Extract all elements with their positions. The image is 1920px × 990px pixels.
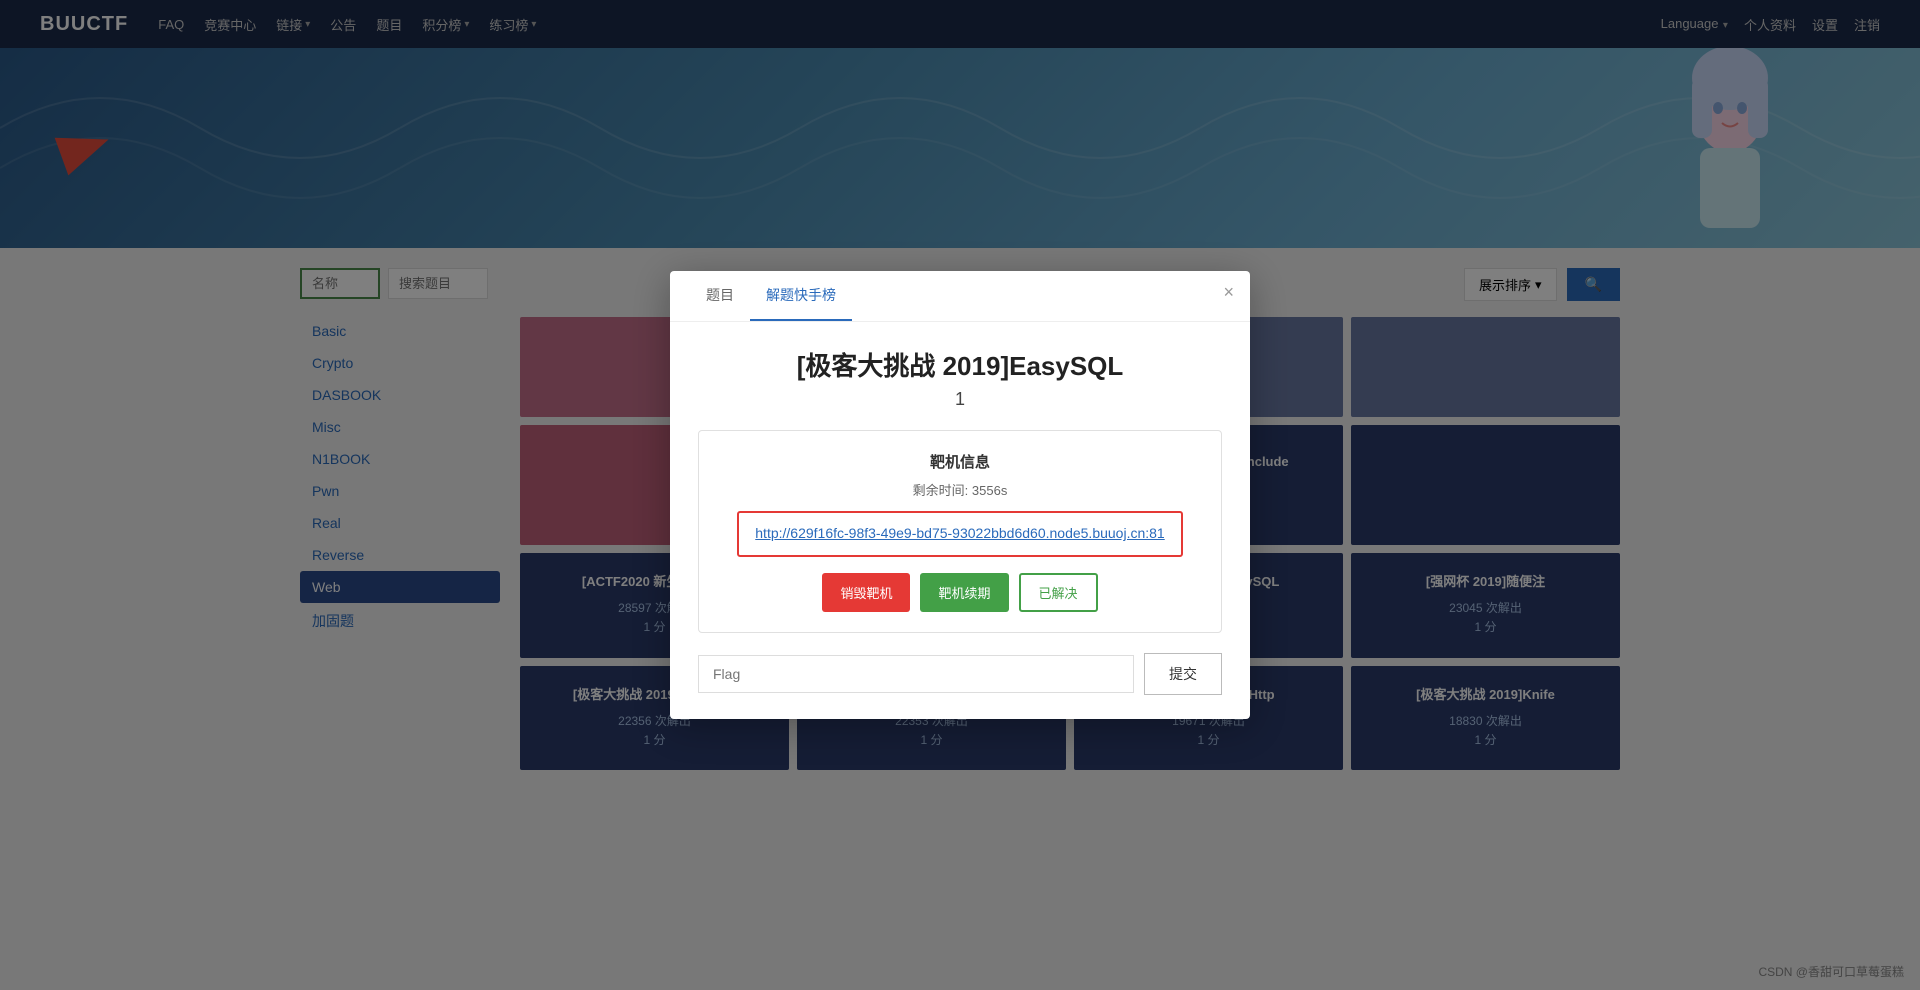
machine-info-box: 靶机信息 剩余时间: 3556s http://629f16fc-98f3-49… (698, 430, 1222, 633)
tab-leaderboard[interactable]: 解题快手榜 (750, 271, 852, 321)
machine-actions: 销毁靶机 靶机续期 已解决 (719, 573, 1201, 612)
flag-submit-area: 提交 (698, 653, 1222, 695)
machine-info-title: 靶机信息 (719, 451, 1201, 472)
destroy-machine-button[interactable]: 销毁靶机 (822, 573, 910, 612)
tab-problem[interactable]: 题目 (690, 271, 750, 321)
modal-tabs: 题目 解题快手榜 × (670, 271, 1250, 322)
modal-dialog: 题目 解题快手榜 × [极客大挑战 2019]EasySQL 1 靶机信息 剩余… (670, 271, 1250, 719)
modal-challenge-score: 1 (698, 389, 1222, 410)
submit-button[interactable]: 提交 (1144, 653, 1222, 695)
machine-timer: 剩余时间: 3556s (719, 480, 1201, 499)
modal-close-button[interactable]: × (1223, 283, 1234, 301)
modal-body: [极客大挑战 2019]EasySQL 1 靶机信息 剩余时间: 3556s h… (670, 322, 1250, 719)
solved-button[interactable]: 已解决 (1019, 573, 1098, 612)
modal-overlay[interactable]: 题目 解题快手榜 × [极客大挑战 2019]EasySQL 1 靶机信息 剩余… (0, 0, 1920, 990)
extend-machine-button[interactable]: 靶机续期 (920, 573, 1008, 612)
modal-challenge-title: [极客大挑战 2019]EasySQL (698, 346, 1222, 383)
machine-url-box: http://629f16fc-98f3-49e9-bd75-93022bbd6… (737, 511, 1182, 557)
flag-input[interactable] (698, 655, 1134, 693)
machine-url-link[interactable]: http://629f16fc-98f3-49e9-bd75-93022bbd6… (755, 525, 1164, 541)
